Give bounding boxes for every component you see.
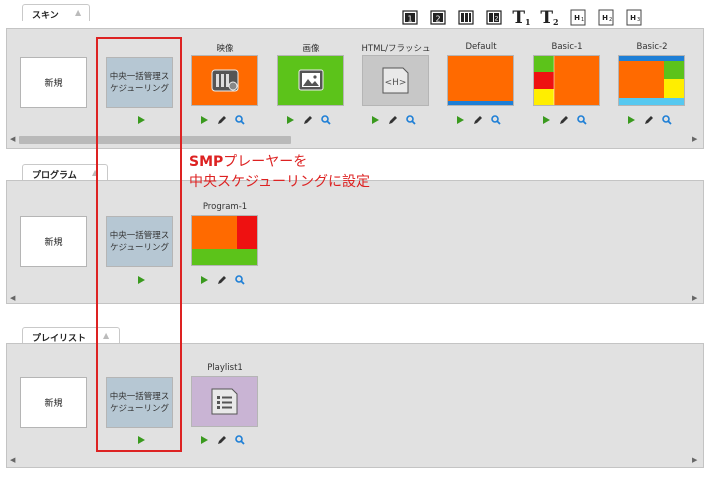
edit-pencil-icon[interactable]	[472, 114, 484, 126]
image-icon	[298, 69, 324, 91]
svg-text:2: 2	[435, 15, 440, 24]
play-icon[interactable]	[369, 114, 381, 126]
heading-2-icon[interactable]: H2	[595, 8, 616, 27]
program-thumb[interactable]	[191, 215, 258, 266]
edit-pencil-icon[interactable]	[216, 274, 228, 286]
search-icon[interactable]	[490, 114, 502, 126]
new-program-label: 新規	[44, 238, 63, 248]
edit-pencil-icon[interactable]	[387, 114, 399, 126]
edit-pencil-icon[interactable]	[216, 434, 228, 446]
edit-pencil-icon[interactable]	[558, 114, 570, 126]
play-icon[interactable]	[540, 114, 552, 126]
list-icon	[211, 388, 238, 415]
play-icon[interactable]	[454, 114, 466, 126]
skin-thumb-html[interactable]: <H>	[362, 55, 429, 106]
text-2-icon[interactable]: T2	[539, 8, 560, 28]
skin-item-label: 映像	[216, 44, 234, 54]
scroll-right-arrow-icon[interactable]: ▶	[692, 135, 697, 143]
play-icon[interactable]	[198, 274, 210, 286]
scroll-right-arrow-icon[interactable]: ▶	[692, 456, 697, 464]
svg-text:2: 2	[494, 16, 498, 23]
scroll-left-arrow-icon[interactable]: ◀	[10, 135, 15, 143]
new-playlist-button[interactable]: 新規	[20, 377, 87, 428]
new-playlist-label: 新規	[44, 399, 63, 409]
play-icon[interactable]	[198, 114, 210, 126]
search-icon[interactable]	[576, 114, 588, 126]
skin-thumb-default[interactable]	[447, 55, 514, 106]
svg-text:1: 1	[581, 17, 584, 23]
program-item-label: Program-1	[202, 202, 248, 212]
playlist-thumb[interactable]	[191, 376, 258, 427]
search-icon[interactable]	[234, 434, 246, 446]
html-icon: <H>	[382, 67, 409, 94]
layout-4-icon[interactable]: 2	[483, 8, 504, 27]
tab-skin-label: スキン	[32, 11, 59, 21]
skin-item-label: Basic-2	[636, 42, 668, 52]
new-program-button[interactable]: 新規	[20, 216, 87, 267]
skin-item-label: Basic-1	[551, 42, 583, 52]
video-icon	[211, 69, 239, 92]
play-icon[interactable]	[625, 114, 637, 126]
basic1-layout-thumbnail	[534, 56, 555, 105]
skin-thumb-image[interactable]	[277, 55, 344, 106]
skin-thumb-basic2[interactable]	[618, 55, 685, 106]
layout-1-icon[interactable]: 1	[399, 8, 420, 27]
program-layout-thumbnail	[192, 216, 257, 265]
search-icon[interactable]	[320, 114, 332, 126]
search-icon[interactable]	[234, 274, 246, 286]
annotation-line2: 中央スケジューリングに設定	[189, 174, 371, 190]
playlist-item-label: Playlist1	[207, 363, 243, 373]
play-icon[interactable]	[284, 114, 296, 126]
heading-3-icon[interactable]: H3	[623, 8, 644, 27]
basic2-layout-thumbnail	[619, 56, 684, 105]
annotation-callout: SMPプレーヤーを 中央スケジューリングに設定	[189, 152, 370, 192]
svg-text:<H>: <H>	[385, 78, 407, 88]
edit-pencil-icon[interactable]	[216, 114, 228, 126]
search-icon[interactable]	[405, 114, 417, 126]
default-layout-thumbnail	[448, 101, 513, 105]
scroll-right-arrow-icon[interactable]: ▶	[692, 294, 697, 302]
skin-thumb-video[interactable]	[191, 55, 258, 106]
layout-2-icon[interactable]: 2	[427, 8, 448, 27]
svg-text:3: 3	[637, 17, 640, 23]
skin-item-label: 画像	[302, 44, 320, 54]
search-icon[interactable]	[661, 114, 673, 126]
play-icon[interactable]	[198, 434, 210, 446]
skin-thumb-basic1[interactable]	[533, 55, 600, 106]
new-skin-label: 新規	[44, 79, 63, 89]
edit-pencil-icon[interactable]	[643, 114, 655, 126]
heading-1-icon[interactable]: H1	[567, 8, 588, 27]
tab-skin[interactable]: スキン ▲	[22, 4, 90, 21]
new-skin-button[interactable]: 新規	[20, 57, 87, 108]
svg-text:H: H	[574, 14, 580, 22]
layout-toolbar: 1 2 2 T1 T2 H1 H2 H3	[392, 6, 704, 28]
skin-item-label: Default	[465, 42, 497, 52]
layout-3-icon[interactable]	[455, 8, 476, 27]
annotation-line1-rest: プレーヤーを	[223, 154, 308, 170]
collapse-caret-icon[interactable]: ▲	[75, 8, 81, 17]
svg-text:H: H	[602, 14, 608, 22]
search-icon[interactable]	[234, 114, 246, 126]
annotation-highlight-box	[96, 37, 182, 452]
skin-item-label: HTML/フラッシュ	[361, 44, 431, 54]
scroll-left-arrow-icon[interactable]: ◀	[10, 294, 15, 302]
annotation-line1-bold: SMP	[189, 154, 224, 170]
text-1-icon[interactable]: T1	[511, 8, 532, 28]
svg-text:1: 1	[407, 15, 412, 24]
svg-text:2: 2	[609, 17, 612, 23]
svg-text:H: H	[630, 14, 636, 22]
edit-pencil-icon[interactable]	[302, 114, 314, 126]
scroll-left-arrow-icon[interactable]: ◀	[10, 456, 15, 464]
